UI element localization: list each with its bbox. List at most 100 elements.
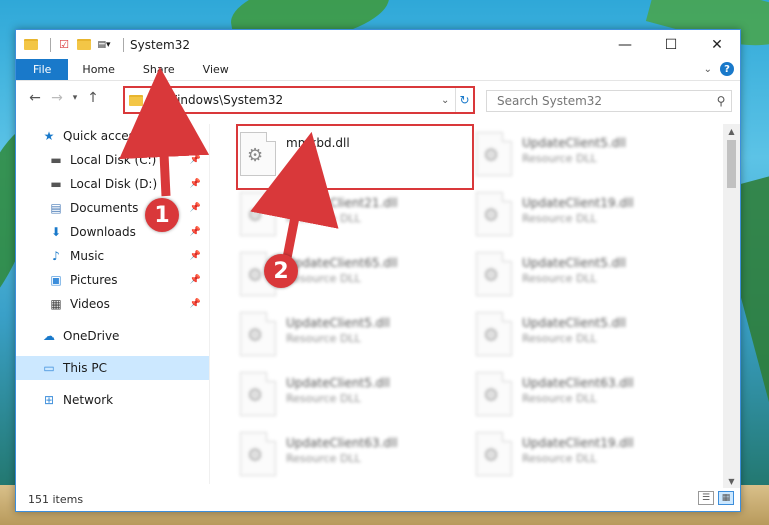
file-item[interactable]: ⚙ UpdateClient5.dll Resource DLL <box>240 308 470 366</box>
sidebar-item[interactable]: ▦ Videos 📌 <box>16 292 209 316</box>
address-path[interactable]: C:\Windows\System32 <box>149 93 441 107</box>
file-item[interactable]: ⚙ UpdateClient63.dll Resource DLL <box>240 428 470 484</box>
file-name: UpdateClient19.dll <box>522 436 634 450</box>
pin-icon[interactable]: 📌 <box>190 155 201 165</box>
chevron-down-icon[interactable]: ⌄ <box>441 95 455 106</box>
properties-icon[interactable]: ☑ <box>57 38 71 52</box>
gear-icon: ⚙ <box>483 385 500 406</box>
file-name: UpdateClient5.dll <box>522 136 626 150</box>
pin-icon[interactable]: 📌 <box>190 251 201 261</box>
music-icon: ♪ <box>52 249 60 263</box>
file-item[interactable]: ⚙ UpdateClient5.dll Resource DLL <box>240 368 470 426</box>
tab-view[interactable]: View <box>189 59 243 80</box>
sidebar-item[interactable]: ♪ Music 📌 <box>16 244 209 268</box>
file-item-highlighted[interactable]: ⚙ mmkbd.dll <box>236 124 474 190</box>
sidebar-item-label: Videos <box>70 297 110 311</box>
sidebar-item-label: Network <box>63 393 114 407</box>
dll-file-icon: ⚙ <box>240 132 276 176</box>
dll-file-icon: ⚙ <box>240 432 276 476</box>
search-input[interactable] <box>497 94 711 108</box>
file-item[interactable]: ⚙ UpdateClient5.dll Resource DLL <box>476 248 706 306</box>
expand-ribbon-icon[interactable]: ⌄ <box>704 64 712 75</box>
sidebar-item[interactable]: ▬ Local Disk (D:) 📌 <box>16 172 209 196</box>
folder-icon <box>129 94 143 106</box>
documents-icon: ▤ <box>50 201 62 215</box>
sidebar-item[interactable]: ⬇ Downloads 📌 <box>16 220 209 244</box>
gear-icon: ⚙ <box>483 325 500 346</box>
file-name: UpdateClient5.dll <box>522 316 626 330</box>
new-folder-icon[interactable] <box>77 38 91 52</box>
sidebar-item[interactable]: ▤ Documents 📌 <box>16 196 209 220</box>
large-icons-view-icon[interactable]: ▦ <box>718 491 734 505</box>
dll-file-icon: ⚙ <box>476 432 512 476</box>
file-item[interactable]: ⚙ UpdateClient5.dll Resource DLL <box>476 128 706 186</box>
back-arrow-icon[interactable]: ← <box>24 87 46 109</box>
dll-file-icon: ⚙ <box>476 252 512 296</box>
tab-file[interactable]: File <box>16 59 69 80</box>
ribbon-tabs: File Home Share View ⌄ ? <box>16 59 740 81</box>
search-icon[interactable]: ⚲ <box>711 94 731 108</box>
sidebar-item[interactable]: ▭ This PC <box>16 356 209 380</box>
forward-arrow-icon[interactable]: → <box>46 87 68 109</box>
file-name: UpdateClient65.dll <box>286 256 398 270</box>
sidebar-item[interactable]: ⊞ Network <box>16 388 209 412</box>
file-description: Resource DLL <box>522 272 597 285</box>
file-item[interactable]: ⚙ UpdateClient63.dll Resource DLL <box>476 368 706 426</box>
file-name: UpdateClient5.dll <box>286 376 390 390</box>
details-view-icon[interactable]: ☰ <box>698 491 714 505</box>
sidebar-item-label: Documents <box>70 201 139 215</box>
status-bar: 151 items ☰ ▦ <box>16 487 740 511</box>
dll-file-icon: ⚙ <box>476 132 512 176</box>
customize-toolbar-icon[interactable]: ▤▾ <box>97 38 111 52</box>
scroll-down-icon[interactable]: ▼ <box>723 474 740 488</box>
sidebar-item-label: Music <box>70 249 105 263</box>
dll-file-icon: ⚙ <box>240 312 276 356</box>
file-item[interactable]: ⚙ UpdateClient19.dll Resource DLL <box>476 428 706 484</box>
title-bar: ☑ ▤▾ System32 — ☐ ✕ <box>16 30 740 59</box>
vertical-scrollbar[interactable]: ▲ ▼ <box>723 124 740 488</box>
pin-icon[interactable]: 📌 <box>190 179 201 189</box>
videos-icon: ▦ <box>50 297 62 311</box>
minimize-button[interactable]: — <box>602 30 648 59</box>
pin-icon[interactable]: 📌 <box>190 203 201 213</box>
refresh-icon[interactable]: ↻ <box>455 88 473 112</box>
explorer-window: ☑ ▤▾ System32 — ☐ ✕ File Home Share View… <box>15 29 741 512</box>
star-icon: ★ <box>43 129 55 143</box>
pictures-icon: ▣ <box>50 273 62 287</box>
gear-icon: ⚙ <box>247 145 264 166</box>
file-description: Resource DLL <box>522 212 597 225</box>
item-count: 151 items <box>28 492 84 506</box>
scroll-up-icon[interactable]: ▲ <box>723 124 740 138</box>
drive-icon: ▬ <box>50 153 62 167</box>
sidebar-item-label: Local Disk (C:) <box>70 153 157 167</box>
maximize-button[interactable]: ☐ <box>648 30 694 59</box>
file-item[interactable]: ⚙ UpdateClient19.dll Resource DLL <box>476 188 706 246</box>
scroll-thumb[interactable] <box>727 140 736 188</box>
recent-locations-icon[interactable]: ▾ <box>68 87 82 109</box>
sidebar-item[interactable]: ▣ Pictures 📌 <box>16 268 209 292</box>
sidebar-item[interactable]: ▬ Local Disk (C:) 📌 <box>16 148 209 172</box>
address-bar[interactable]: C:\Windows\System32 ⌄ ↻ <box>123 86 475 114</box>
network-icon: ⊞ <box>43 393 55 407</box>
up-arrow-icon[interactable]: ↑ <box>82 87 104 109</box>
sidebar-item[interactable]: ★ Quick access <box>16 124 209 148</box>
gear-icon: ⚙ <box>247 385 264 406</box>
sidebar-item[interactable]: ☁ OneDrive <box>16 324 209 348</box>
tab-home[interactable]: Home <box>68 59 128 80</box>
drive-icon: ▬ <box>50 177 62 191</box>
pin-icon[interactable]: 📌 <box>190 275 201 285</box>
file-description: Resource DLL <box>286 212 361 225</box>
pin-icon[interactable]: 📌 <box>190 227 201 237</box>
search-box[interactable]: ⚲ <box>486 90 732 112</box>
close-button[interactable]: ✕ <box>694 30 740 59</box>
file-name: UpdateClient5.dll <box>286 316 390 330</box>
file-name: UpdateClient21.dll <box>286 196 398 210</box>
tab-share[interactable]: Share <box>129 59 189 80</box>
file-name: UpdateClient63.dll <box>286 436 398 450</box>
file-item[interactable]: ⚙ UpdateClient5.dll Resource DLL <box>476 308 706 366</box>
file-description: Resource DLL <box>522 332 597 345</box>
pin-icon[interactable]: 📌 <box>190 299 201 309</box>
help-icon[interactable]: ? <box>720 62 734 76</box>
file-item[interactable]: ⚙ UpdateClient21.dll Resource DLL <box>240 188 470 246</box>
sidebar-item-label: Quick access <box>63 129 142 143</box>
